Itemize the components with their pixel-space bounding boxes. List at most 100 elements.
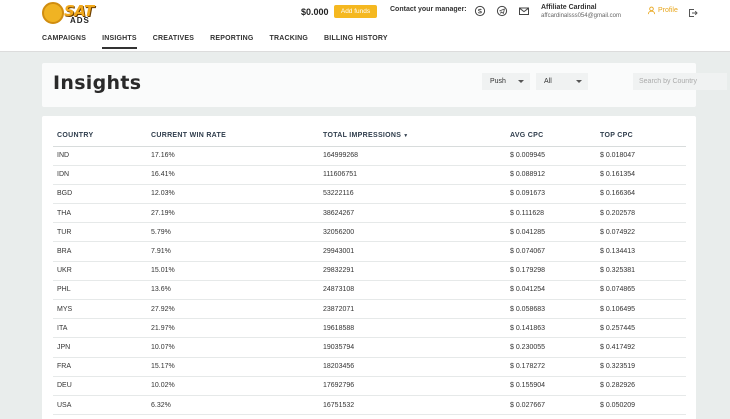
table-row[interactable]: TUR 5.79% 32056200 $ 0.041285 $ 0.074922	[53, 222, 686, 243]
top-cpc-cell: $ 0.166364	[596, 184, 686, 205]
col-top-cpc-label: TOP CPC	[600, 132, 633, 140]
country-search-input[interactable]	[633, 73, 727, 90]
win-rate-cell: 10.02%	[147, 376, 319, 396]
impressions-cell: 32056200	[319, 222, 506, 243]
skype-icon[interactable]	[474, 4, 486, 17]
country-cell: MYS	[53, 299, 147, 320]
insights-header-card: Insights Push All	[42, 63, 727, 107]
top-cpc-cell: $ 0.050209	[596, 395, 686, 416]
avg-cpc-cell: $ 0.155904	[506, 376, 596, 396]
col-win-rate[interactable]: CURRENT WIN RATE	[147, 126, 319, 147]
country-cell: TUR	[53, 222, 147, 243]
avg-cpc-cell: $ 0.009945	[506, 146, 596, 166]
top-cpc-cell: $ 0.074865	[596, 280, 686, 301]
scope-select[interactable]: All	[536, 73, 588, 90]
add-funds-button[interactable]: Add funds	[334, 5, 377, 18]
top-cpc-cell: $ 0.134413	[596, 241, 686, 262]
table-row[interactable]: THA 27.19% 38624267 $ 0.111628 $ 0.202578	[53, 203, 686, 224]
logo-coin-icon	[42, 2, 64, 24]
table-row[interactable]: FRA 15.17% 18203456 $ 0.178272 $ 0.323519	[53, 357, 686, 377]
table-row[interactable]: PHL 13.6% 24873108 $ 0.041254 $ 0.074865	[53, 280, 686, 301]
avg-cpc-cell: $ 0.058683	[506, 299, 596, 320]
sort-desc-icon: ▼	[403, 133, 409, 140]
profile-link[interactable]: Profile	[647, 6, 678, 15]
country-cell: JPN	[53, 337, 147, 358]
logout-icon[interactable]	[688, 5, 698, 17]
table-row[interactable]: BGD 12.03% 53222116 $ 0.091673 $ 0.166364	[53, 184, 686, 205]
telegram-icon[interactable]	[496, 4, 508, 17]
impressions-cell: 29943001	[319, 241, 506, 262]
col-country-label: COUNTRY	[57, 132, 94, 140]
country-cell: FRA	[53, 357, 147, 377]
win-rate-cell: 16.41%	[147, 165, 319, 185]
country-cell: BRA	[53, 241, 147, 262]
win-rate-cell: 7.91%	[147, 241, 319, 262]
contact-manager-label: Contact your manager:	[390, 6, 467, 13]
top-cpc-cell: $ 0.257445	[596, 318, 686, 339]
table-row[interactable]: MYS 27.92% 23872071 $ 0.058683 $ 0.106495	[53, 299, 686, 320]
impressions-cell: 164999268	[319, 146, 506, 166]
country-cell: IND	[53, 146, 147, 166]
impressions-cell: 23872071	[319, 299, 506, 320]
col-country[interactable]: COUNTRY	[53, 126, 147, 147]
country-cell: UKR	[53, 261, 147, 281]
impressions-cell: 53222116	[319, 184, 506, 205]
nav-creatives[interactable]: CREATIVES	[153, 35, 194, 49]
avg-cpc-cell: $ 0.041285	[506, 222, 596, 243]
impressions-cell: 18203456	[319, 357, 506, 377]
top-cpc-cell: $ 0.074922	[596, 222, 686, 243]
win-rate-cell: 27.92%	[147, 299, 319, 320]
country-cell: USA	[53, 395, 147, 416]
table-row[interactable]: IDN 16.41% 111606751 $ 0.088912 $ 0.161354	[53, 165, 686, 185]
win-rate-cell: 5.79%	[147, 222, 319, 243]
insights-table-card: COUNTRY CURRENT WIN RATE TOTAL IMPRESSIO…	[42, 116, 696, 419]
win-rate-cell: 10.07%	[147, 337, 319, 358]
table-row[interactable]: DEU 10.02% 17692796 $ 0.155904 $ 0.282926	[53, 376, 686, 396]
nav-tracking[interactable]: TRACKING	[270, 35, 309, 49]
affiliate-email: affcardinalsss054@gmail.com	[541, 13, 622, 19]
avg-cpc-cell: $ 0.178272	[506, 357, 596, 377]
nav-insights[interactable]: INSIGHTS	[102, 35, 137, 49]
win-rate-cell: 27.19%	[147, 203, 319, 224]
avg-cpc-cell: $ 0.041254	[506, 280, 596, 301]
impressions-cell: 19618588	[319, 318, 506, 339]
chevron-down-icon	[518, 80, 524, 83]
win-rate-cell: 12.03%	[147, 184, 319, 205]
country-cell: DEU	[53, 376, 147, 396]
nav-campaigns[interactable]: CAMPAIGNS	[42, 35, 86, 49]
col-avg-cpc[interactable]: AVG CPC	[506, 126, 596, 147]
user-icon	[647, 6, 656, 15]
win-rate-cell: 13.6%	[147, 280, 319, 301]
top-cpc-cell: $ 0.325381	[596, 261, 686, 281]
table-body: IND 17.16% 164999268 $ 0.009945 $ 0.018047 ID…	[53, 146, 686, 416]
avg-cpc-cell: $ 0.179298	[506, 261, 596, 281]
impressions-cell: 16751532	[319, 395, 506, 416]
insights-table: COUNTRY CURRENT WIN RATE TOTAL IMPRESSIO…	[53, 126, 686, 416]
avg-cpc-cell: $ 0.088912	[506, 165, 596, 185]
sat-ads-logo[interactable]: SAT ADS	[42, 2, 110, 25]
avg-cpc-cell: $ 0.027667	[506, 395, 596, 416]
mail-icon[interactable]	[518, 4, 530, 16]
table-row[interactable]: ITA 21.97% 19618588 $ 0.141863 $ 0.257445	[53, 318, 686, 339]
affiliate-name: Affiliate Cardinal	[541, 4, 597, 11]
table-row[interactable]: IND 17.16% 164999268 $ 0.009945 $ 0.018047	[53, 146, 686, 166]
table-row[interactable]: UKR 15.01% 29832291 $ 0.179298 $ 0.325381	[53, 261, 686, 281]
country-cell: IDN	[53, 165, 147, 185]
nav-billing-history[interactable]: BILLING HISTORY	[324, 35, 388, 49]
col-impressions-label: TOTAL IMPRESSIONS	[323, 132, 402, 140]
table-row[interactable]: USA 6.32% 16751532 $ 0.027667 $ 0.050209	[53, 395, 686, 416]
nav-reporting[interactable]: REPORTING	[210, 35, 253, 49]
col-avg-cpc-label: AVG CPC	[510, 132, 544, 140]
col-top-cpc[interactable]: TOP CPC	[596, 126, 686, 147]
country-cell: THA	[53, 203, 147, 224]
top-header: SAT ADS $0.000 Add funds Contact your ma…	[0, 0, 730, 52]
top-cpc-cell: $ 0.282926	[596, 376, 686, 396]
col-impressions[interactable]: TOTAL IMPRESSIONS ▼	[319, 126, 506, 147]
impressions-cell: 19035794	[319, 337, 506, 358]
type-select[interactable]: Push	[482, 73, 530, 90]
table-row[interactable]: BRA 7.91% 29943001 $ 0.074067 $ 0.134413	[53, 241, 686, 262]
table-row[interactable]: JPN 10.07% 19035794 $ 0.230055 $ 0.417492	[53, 337, 686, 358]
top-cpc-cell: $ 0.323519	[596, 357, 686, 377]
win-rate-cell: 17.16%	[147, 146, 319, 166]
win-rate-cell: 21.97%	[147, 318, 319, 339]
